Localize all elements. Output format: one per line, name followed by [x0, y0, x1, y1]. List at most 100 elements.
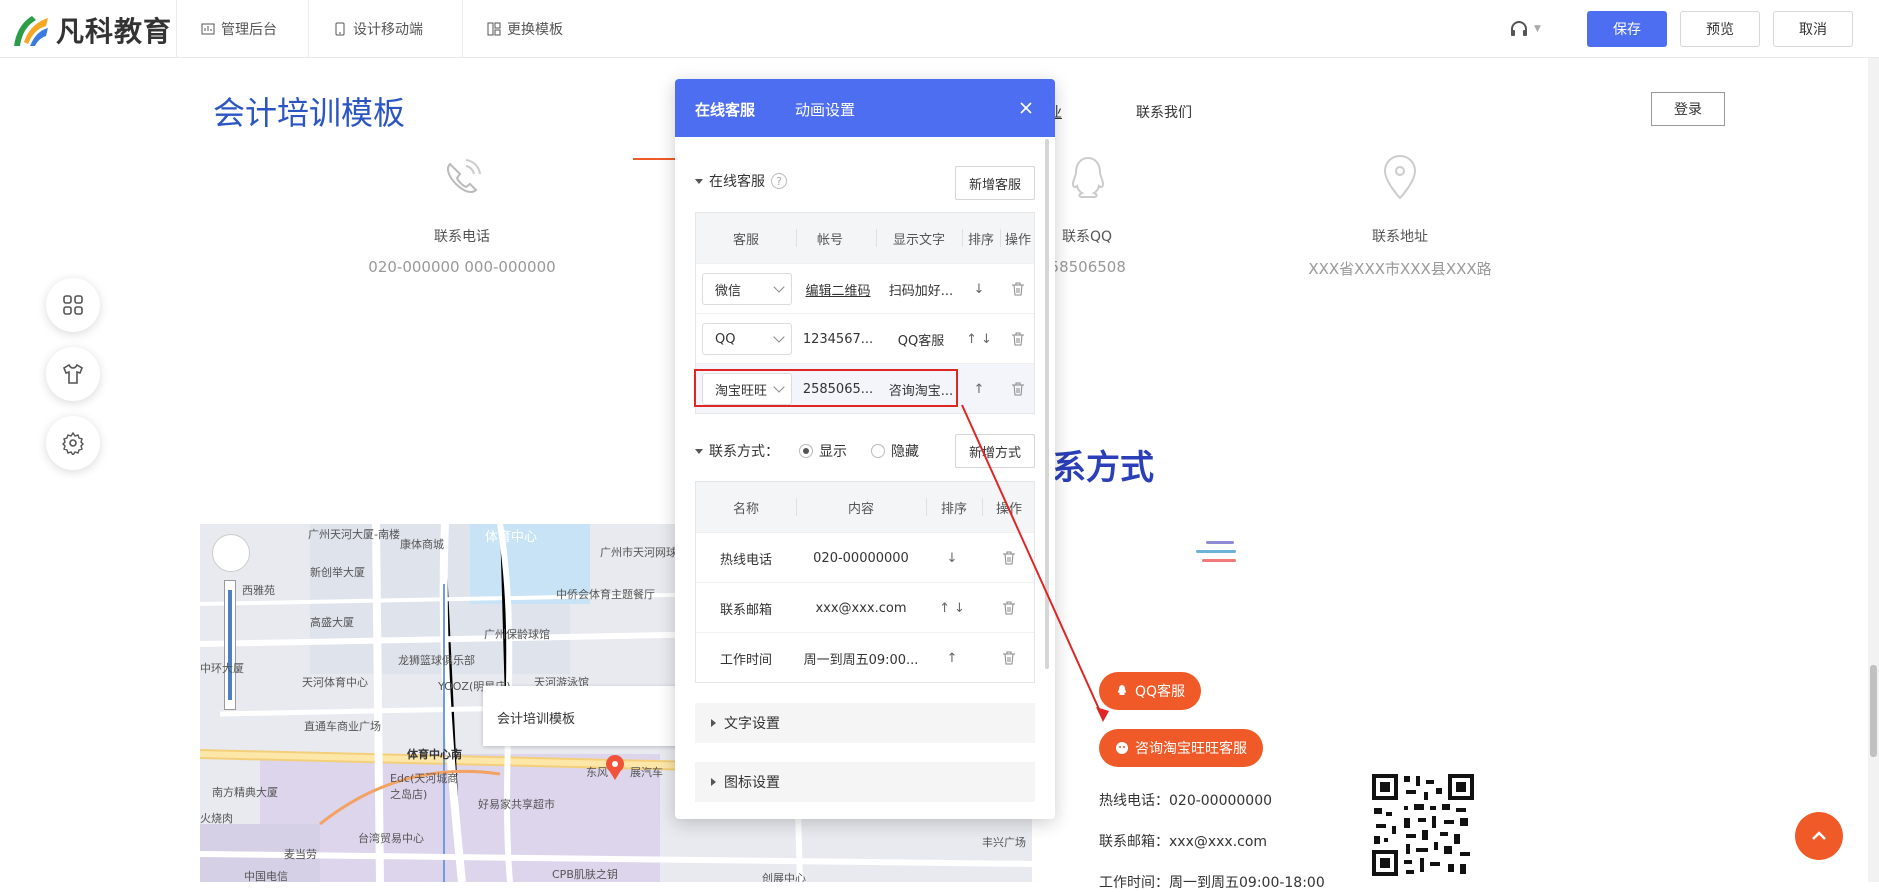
contact-name[interactable]: 联系邮箱 — [696, 583, 796, 633]
help-icon[interactable]: ? — [771, 173, 787, 189]
sort-arrows[interactable]: ↑↓ — [926, 583, 982, 633]
delete-button[interactable] — [982, 533, 1036, 583]
tab-online-service[interactable]: 在线客服 — [695, 99, 755, 120]
map-zoom-control[interactable] — [212, 534, 250, 572]
col-header: 名称 — [732, 501, 759, 517]
qq-service-button[interactable]: QQ客服 — [1099, 672, 1202, 710]
delete-button[interactable] — [1000, 314, 1036, 364]
map-label: 创展中心 — [762, 872, 806, 882]
sort-arrows[interactable]: ↑ — [926, 633, 982, 683]
service-display-text[interactable]: 扫码加好... — [880, 264, 962, 314]
login-button[interactable]: 登录 — [1651, 92, 1725, 126]
trash-icon — [1012, 282, 1024, 296]
nav-mobile-design[interactable]: 设计移动端 — [308, 0, 423, 58]
preview-button[interactable]: 预览 — [1680, 11, 1760, 47]
add-service-button[interactable]: 新增客服 — [955, 166, 1035, 200]
text-settings-toggle[interactable]: 文字设置 — [695, 703, 1035, 743]
delete-button[interactable] — [1000, 264, 1036, 314]
contact-row-worktime: 工作时间 周一到周五09:00... ↑ — [696, 632, 1034, 682]
map-label: 中国电信 — [244, 870, 288, 882]
support-menu[interactable]: ▼ — [1508, 18, 1541, 40]
delete-button[interactable] — [982, 583, 1036, 633]
service-section-header[interactable]: 在线客服 ? — [695, 171, 787, 191]
service-display-text[interactable]: QQ客服 — [880, 314, 962, 364]
panel-scrollbar[interactable] — [1045, 139, 1049, 669]
cancel-button[interactable]: 取消 — [1773, 11, 1853, 47]
sort-arrows[interactable]: ↓ — [926, 533, 982, 583]
map-label: 丰兴广场 — [982, 836, 1026, 849]
close-icon[interactable] — [1015, 97, 1037, 119]
qq-icon — [1118, 685, 1126, 695]
qr-code-icon — [1370, 772, 1476, 878]
delete-button[interactable] — [982, 633, 1036, 683]
brand-logo[interactable]: 凡科教育 — [10, 10, 172, 50]
service-type-select[interactable]: QQ — [702, 323, 792, 355]
col-header: 客服 — [732, 232, 759, 248]
sort-arrows[interactable]: ↑↓ — [962, 314, 1000, 364]
service-type-select[interactable]: 微信 — [702, 273, 792, 305]
delete-button[interactable] — [1000, 364, 1036, 414]
nav-admin[interactable]: 管理后台 — [176, 0, 277, 58]
icon-settings-label: 图标设置 — [724, 775, 780, 791]
panel-header: 在线客服 动画设置 — [675, 79, 1055, 137]
tab-animation-settings[interactable]: 动画设置 — [795, 99, 855, 120]
save-button[interactable]: 保存 — [1587, 11, 1667, 47]
mobile-icon — [335, 22, 345, 36]
expand-icon — [695, 178, 703, 184]
service-type-value: 微信 — [715, 283, 742, 299]
collapsed-icon — [711, 778, 716, 786]
map-label: Edc(天河城商之岛店) — [390, 772, 459, 801]
site-nav-contact[interactable]: 联系我们 — [1136, 102, 1192, 122]
headset-icon — [1511, 21, 1527, 36]
sort-arrows[interactable]: ↓ — [962, 264, 1000, 314]
service-row-qq: QQ 1234567... QQ客服 ↑↓ — [696, 313, 1034, 363]
contact-content[interactable]: 020-00000000 — [796, 533, 926, 583]
logo-mark-icon — [14, 16, 48, 46]
contact-table: 名称 内容 排序 操作 热线电话 020-00000000 ↓ 联系邮箱 xxx… — [695, 481, 1035, 683]
theme-tool-button[interactable] — [46, 347, 100, 401]
contact-phone-label: 联系电话 — [434, 229, 490, 245]
map-label: 广州天河大厦-南楼 — [308, 528, 400, 541]
map-label: 好易家共享超市 — [478, 798, 555, 811]
map-label: 康体商城 — [400, 538, 444, 551]
col-header: 排序 — [940, 501, 967, 517]
page-scrollbar-track[interactable] — [1868, 58, 1879, 882]
col-header: 帐号 — [816, 232, 843, 248]
email-text: 联系邮箱：xxx@xxx.com — [1099, 834, 1268, 850]
contact-content[interactable]: 周一到周五09:00... — [796, 633, 926, 683]
col-header: 操作 — [995, 501, 1022, 517]
brand-name: 凡科教育 — [56, 15, 173, 48]
contact-name[interactable]: 热线电话 — [696, 533, 796, 583]
text-settings-label: 文字设置 — [724, 716, 780, 732]
template-icon — [487, 22, 501, 36]
show-label: 显示 — [819, 444, 847, 460]
add-contact-button[interactable]: 新增方式 — [955, 434, 1035, 468]
contact-name[interactable]: 工作时间 — [696, 633, 796, 683]
sort-arrows[interactable]: ↑ — [962, 364, 1000, 414]
page-scrollbar-thumb[interactable] — [1870, 665, 1877, 757]
wangwang-icon — [1116, 742, 1128, 754]
service-account-field[interactable]: 1234567... — [796, 314, 880, 364]
hide-radio[interactable]: 隐藏 — [871, 441, 919, 461]
back-to-top-button[interactable] — [1795, 812, 1843, 860]
hotline-text: 热线电话：020-00000000 — [1099, 793, 1273, 809]
nav-change-template[interactable]: 更换模板 — [462, 0, 563, 58]
settings-tool-button[interactable] — [46, 416, 100, 470]
grid-icon — [63, 295, 83, 315]
map-label: 展汽车 — [630, 766, 663, 779]
icon-settings-toggle[interactable]: 图标设置 — [695, 762, 1035, 802]
map-label: 体育中心南 — [407, 748, 462, 761]
contact-content[interactable]: xxx@xxx.com — [796, 583, 926, 633]
service-account-link[interactable]: 编辑二维码 — [796, 264, 880, 314]
map-label: 麦当劳 — [284, 848, 317, 861]
qq-icon — [1071, 156, 1105, 198]
trash-icon — [1003, 551, 1015, 565]
modules-tool-button[interactable] — [46, 278, 100, 332]
contact-section-header[interactable]: 联系方式： 显示 隐藏 — [695, 441, 919, 461]
phone-icon — [447, 159, 481, 193]
contact-section-title: 系方式 — [1052, 448, 1154, 488]
trash-icon — [1003, 651, 1015, 665]
show-radio[interactable]: 显示 — [799, 441, 847, 461]
taobao-service-button[interactable]: 咨询淘宝旺旺客服 — [1099, 729, 1263, 767]
contact-address-label: 联系地址 — [1372, 229, 1428, 245]
